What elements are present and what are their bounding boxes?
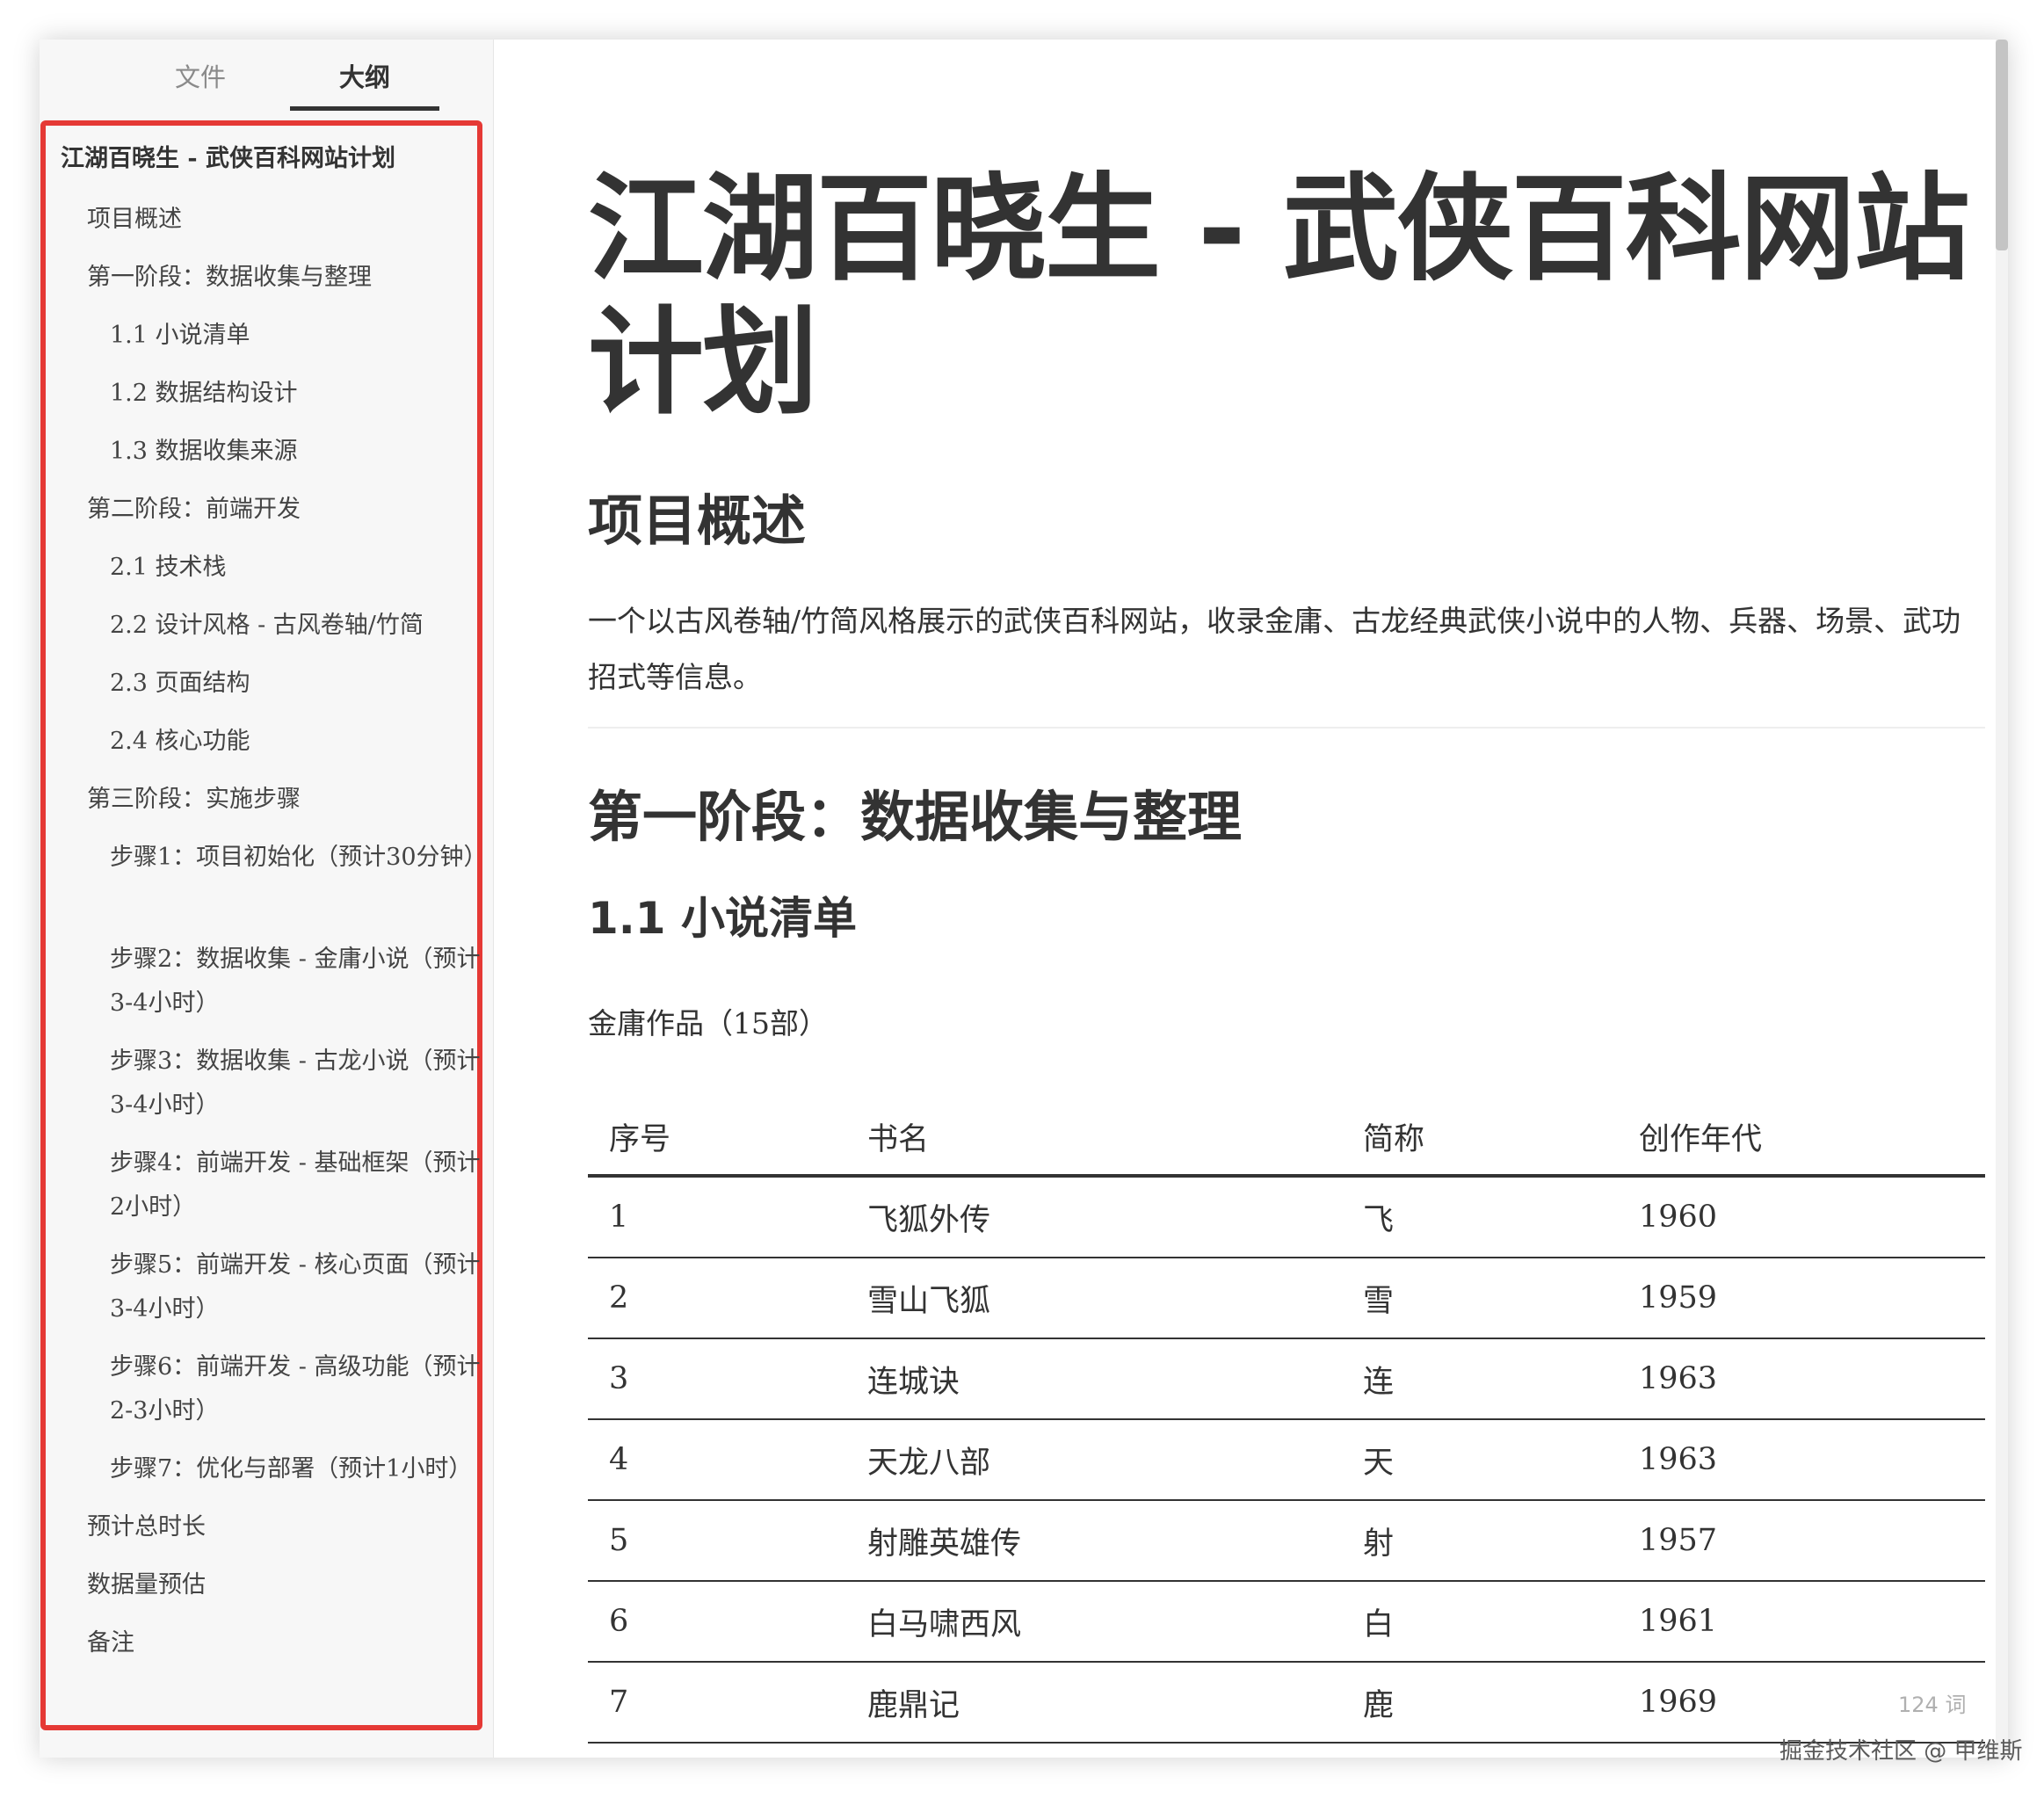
col-header-abbr: 简称 — [1342, 1098, 1618, 1178]
outline-item[interactable]: 步骤4：前端开发 - 基础框架（预计2小时） — [61, 1135, 491, 1236]
col-header-title: 书名 — [846, 1098, 1342, 1178]
table-row: 4 天龙八部天 1963 — [588, 1419, 1985, 1501]
cell-index: 6 — [588, 1581, 846, 1663]
horizontal-rule — [588, 727, 1985, 729]
cell-title: 鹿鼎记 — [846, 1662, 1342, 1744]
sidebar-tabs: 文件 大纲 — [40, 40, 493, 111]
novel-table: 序号 书名 简称 创作年代 1 飞狐外传飞 1960 2 雪山飞狐雪 1959 3 连城诀连 1… — [588, 1098, 1985, 1744]
outline-item[interactable]: 1.2 数据结构设计 — [61, 365, 491, 423]
outline-item[interactable]: 2.4 核心功能 — [61, 713, 491, 771]
cell-year: 1957 — [1618, 1500, 1985, 1582]
outline-item[interactable]: 江湖百晓生 - 武侠百科网站计划 — [61, 133, 491, 191]
cell-abbr: 天 — [1342, 1419, 1618, 1501]
app-window: 文件 大纲 江湖百晓生 - 武侠百科网站计划 项目概述 第一阶段：数据收集与整理 1.… — [40, 40, 2008, 1758]
cell-title: 白马啸西风 — [846, 1581, 1342, 1663]
table-row: 1 飞狐外传飞 1960 — [588, 1176, 1985, 1258]
outline-item[interactable]: 步骤1：项目初始化（预计30分钟） — [61, 829, 491, 931]
jinyong-works-label: 金庸作品（15部） — [588, 1006, 828, 1040]
table-header-row: 序号 书名 简称 创作年代 — [588, 1098, 1985, 1178]
overview-paragraph: 一个以古风卷轴/竹简风格展示的武侠百科网站，收录金庸、古龙经典武侠小说中的人物、… — [588, 604, 1961, 694]
sidebar: 文件 大纲 江湖百晓生 - 武侠百科网站计划 项目概述 第一阶段：数据收集与整理 1.… — [40, 40, 494, 1758]
outline-item[interactable]: 2.2 设计风格 - 古风卷轴/竹简 — [61, 597, 491, 655]
outline-item[interactable]: 第三阶段：实施步骤 — [61, 771, 491, 829]
table-row: 6 白马啸西风白 1961 — [588, 1581, 1985, 1663]
outline-item[interactable]: 项目概述 — [61, 191, 491, 249]
tab-files[interactable]: 文件 — [119, 55, 282, 106]
cell-title: 连城诀 — [846, 1338, 1342, 1420]
outline-item[interactable]: 备注 — [61, 1614, 491, 1672]
cell-year: 1963 — [1618, 1338, 1985, 1420]
outline-item[interactable]: 2.3 页面结构 — [61, 655, 491, 713]
cell-title: 天龙八部 — [846, 1419, 1342, 1501]
outline-item[interactable]: 步骤7：优化与部署（预计1小时） — [61, 1440, 491, 1498]
cell-abbr: 射 — [1342, 1500, 1618, 1582]
scrollbar-thumb[interactable] — [1996, 40, 2008, 250]
cell-year: 1961 — [1618, 1581, 1985, 1663]
watermark: 掘金技术社区 @ 甲维斯 — [1779, 1738, 2023, 1765]
heading-phase1: 第一阶段：数据收集与整理 — [588, 785, 1243, 849]
cell-abbr: 飞 — [1342, 1176, 1618, 1258]
cell-title: 射雕英雄传 — [846, 1500, 1342, 1582]
col-header-index: 序号 — [588, 1098, 846, 1178]
cell-year: 1959 — [1618, 1258, 1985, 1339]
outline-item[interactable]: 步骤6：前端开发 - 高级功能（预计2-3小时） — [61, 1338, 491, 1440]
outline-item[interactable]: 步骤5：前端开发 - 核心页面（预计3-4小时） — [61, 1236, 491, 1338]
table-row: 3 连城诀连 1963 — [588, 1338, 1985, 1420]
outline-list: 江湖百晓生 - 武侠百科网站计划 项目概述 第一阶段：数据收集与整理 1.1 小说清单… — [61, 133, 491, 1672]
cell-year: 1963 — [1618, 1419, 1985, 1501]
editor-main: 江湖百晓生 - 武侠百科网站计划 项目概述 一个以古风卷轴/竹简风格展示的武侠百… — [494, 40, 2008, 1758]
table-row: 5 射雕英雄传射 1957 — [588, 1500, 1985, 1582]
cell-index: 2 — [588, 1258, 846, 1339]
outline-item[interactable]: 1.1 小说清单 — [61, 307, 491, 365]
cell-index: 7 — [588, 1662, 846, 1744]
cell-abbr: 鹿 — [1342, 1662, 1618, 1744]
cell-title: 雪山飞狐 — [846, 1258, 1342, 1339]
cell-title: 飞狐外传 — [846, 1176, 1342, 1258]
outline-item[interactable]: 第二阶段：前端开发 — [61, 481, 491, 539]
outline-item[interactable]: 第一阶段：数据收集与整理 — [61, 249, 491, 307]
outline-item[interactable]: 步骤2：数据收集 - 金庸小说（预计3-4小时） — [61, 931, 491, 1033]
document-title: 江湖百晓生 - 武侠百科网站计划 — [588, 162, 1970, 431]
col-header-year: 创作年代 — [1618, 1098, 1985, 1178]
heading-novel-list: 1.1 小说清单 — [588, 893, 857, 944]
tab-outline[interactable]: 大纲 — [290, 55, 439, 111]
cell-index: 1 — [588, 1176, 846, 1258]
table-row: 2 雪山飞狐雪 1959 — [588, 1258, 1985, 1339]
cell-index: 3 — [588, 1338, 846, 1420]
cell-abbr: 连 — [1342, 1338, 1618, 1420]
table-row: 7 鹿鼎记鹿 1969 — [588, 1662, 1985, 1744]
cell-index: 5 — [588, 1500, 846, 1582]
outline-item[interactable]: 步骤3：数据收集 - 古龙小说（预计3-4小时） — [61, 1033, 491, 1135]
outline-item[interactable]: 2.1 技术栈 — [61, 539, 491, 597]
outline-item[interactable]: 1.3 数据收集来源 — [61, 423, 491, 481]
word-count: 124 词 — [1898, 1693, 1967, 1717]
vertical-scrollbar[interactable] — [1996, 40, 2008, 1758]
cell-abbr: 白 — [1342, 1581, 1618, 1663]
cell-abbr: 雪 — [1342, 1258, 1618, 1339]
outline-item[interactable]: 数据量预估 — [61, 1556, 491, 1614]
cell-index: 4 — [588, 1419, 846, 1501]
heading-overview: 项目概述 — [588, 489, 807, 553]
outline-item[interactable]: 预计总时长 — [61, 1498, 491, 1556]
cell-year: 1960 — [1618, 1176, 1985, 1258]
